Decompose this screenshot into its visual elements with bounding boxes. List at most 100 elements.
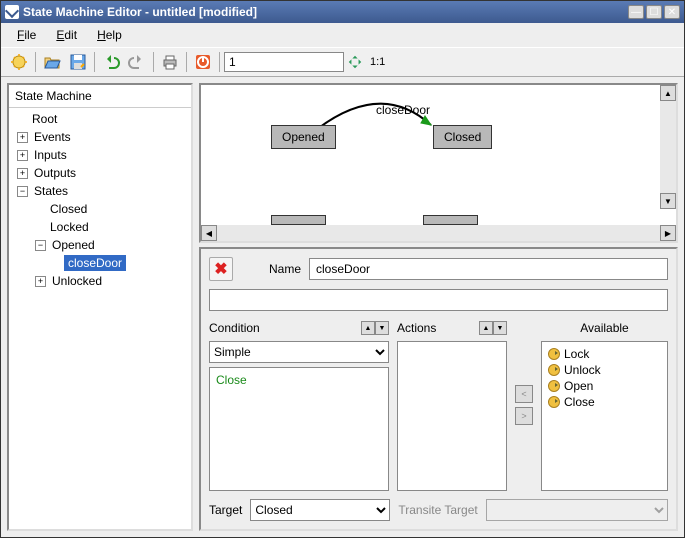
scroll-up-button[interactable]: ▲ (660, 85, 676, 101)
scroll-track[interactable] (217, 225, 660, 241)
columns: Condition ▲ ▼ Simple Close (209, 319, 668, 491)
zoom-fit-button[interactable] (346, 53, 364, 71)
save-button[interactable] (66, 50, 90, 74)
available-listbox[interactable]: LockUnlockOpen Close (541, 341, 668, 491)
expand-icon[interactable]: + (17, 150, 28, 161)
stop-button[interactable] (191, 50, 215, 74)
state-opened-box[interactable]: Opened (271, 125, 336, 149)
delete-button[interactable]: ✖ (209, 257, 233, 281)
tree-node-states[interactable]: −States (9, 182, 191, 200)
expand-icon[interactable]: + (17, 168, 28, 179)
tree-panel: State Machine Root +Events +Inputs +Outp… (7, 83, 193, 531)
actions-spinner: ▲ ▼ (479, 321, 507, 335)
app-icon (5, 5, 19, 19)
scroll-down-button[interactable]: ▼ (660, 193, 676, 209)
name-input[interactable] (309, 258, 668, 280)
close-window-button[interactable]: ✕ (664, 5, 680, 19)
open-button[interactable] (40, 50, 64, 74)
condition-item[interactable]: Close (214, 372, 384, 388)
menu-file[interactable]: File (9, 25, 44, 45)
expand-icon[interactable]: + (17, 132, 28, 143)
new-button[interactable] (7, 50, 31, 74)
available-item[interactable]: Close (546, 394, 663, 410)
collapse-icon[interactable]: − (35, 240, 46, 251)
menubar: File Edit Help (1, 23, 684, 47)
spin-down-button[interactable]: ▼ (375, 321, 389, 335)
condition-type-select[interactable]: Simple (209, 341, 389, 363)
print-button[interactable] (158, 50, 182, 74)
tree-node-events[interactable]: +Events (9, 128, 191, 146)
canvas-wrap: Opened Closed closeDoor ▲ ▼ ◀ ▶ (199, 83, 678, 243)
available-item-label: Lock (564, 347, 589, 361)
toolbar-separator (35, 52, 36, 72)
action-icon (548, 364, 560, 376)
collapse-icon[interactable]: − (17, 186, 28, 197)
redo-button[interactable] (125, 50, 149, 74)
undo-button[interactable] (99, 50, 123, 74)
vertical-scrollbar[interactable]: ▲ ▼ (660, 85, 676, 209)
tree-header: State Machine (9, 85, 191, 108)
move-left-button[interactable]: < (515, 385, 533, 403)
right-panel: Opened Closed closeDoor ▲ ▼ ◀ ▶ (199, 83, 678, 531)
scroll-left-button[interactable]: ◀ (201, 225, 217, 241)
name-row: ✖ Name (209, 257, 668, 281)
condition-spinner: ▲ ▼ (361, 321, 389, 335)
tree-node-state-unlocked[interactable]: +Unlocked (9, 272, 191, 290)
actions-label: Actions (397, 321, 436, 335)
action-icon (548, 348, 560, 360)
zoom-ratio-label: 1:1 (370, 56, 385, 68)
available-column: Available LockUnlockOpen Close (541, 319, 668, 491)
actions-listbox[interactable] (397, 341, 507, 491)
available-label: Available (580, 321, 628, 335)
description-input[interactable] (209, 289, 668, 311)
spin-up-button[interactable]: ▲ (361, 321, 375, 335)
tree-body[interactable]: Root +Events +Inputs +Outputs −States Cl… (9, 108, 191, 529)
condition-column: Condition ▲ ▼ Simple Close (209, 319, 389, 491)
target-row: Target Closed Transite Target (209, 499, 668, 521)
condition-listbox[interactable]: Close (209, 367, 389, 491)
spin-down-button[interactable]: ▼ (493, 321, 507, 335)
tree-node-inputs[interactable]: +Inputs (9, 146, 191, 164)
tree-node-state-locked[interactable]: Locked (9, 218, 191, 236)
action-icon (548, 396, 560, 408)
target-label: Target (209, 503, 242, 517)
menu-edit[interactable]: Edit (48, 25, 85, 45)
actions-column: Actions ▲ ▼ (397, 319, 507, 491)
properties-panel: ✖ Name Condition ▲ ▼ (199, 247, 678, 531)
toolbar: 1:1 (1, 47, 684, 77)
state-partial-box[interactable] (271, 215, 326, 225)
minimize-button[interactable]: — (628, 5, 644, 19)
tree-node-transition-closedoor[interactable]: closeDoor (9, 254, 191, 272)
condition-label: Condition (209, 321, 260, 335)
zoom-input[interactable] (224, 52, 344, 72)
toolbar-separator (94, 52, 95, 72)
available-item-label: Open (564, 379, 593, 393)
available-item[interactable]: Unlock (546, 362, 663, 378)
expand-icon[interactable]: + (35, 276, 46, 287)
window-title: State Machine Editor - untitled [modifie… (23, 5, 628, 19)
spin-up-button[interactable]: ▲ (479, 321, 493, 335)
tree-node-root[interactable]: Root (9, 110, 191, 128)
move-buttons: < > (515, 319, 533, 491)
target-select[interactable]: Closed (250, 499, 390, 521)
available-item-label: Close (564, 395, 595, 409)
horizontal-scrollbar[interactable]: ◀ ▶ (201, 225, 676, 241)
transite-target-label: Transite Target (398, 503, 477, 517)
state-partial-box[interactable] (423, 215, 478, 225)
toolbar-separator (219, 52, 220, 72)
menu-help[interactable]: Help (89, 25, 130, 45)
toolbar-separator (153, 52, 154, 72)
state-closed-box[interactable]: Closed (433, 125, 492, 149)
transition-label[interactable]: closeDoor (376, 103, 430, 117)
maximize-button[interactable]: ☐ (646, 5, 662, 19)
tree-node-outputs[interactable]: +Outputs (9, 164, 191, 182)
scroll-track[interactable] (660, 101, 676, 193)
available-item[interactable]: Open (546, 378, 663, 394)
canvas[interactable]: Opened Closed closeDoor ▲ ▼ (201, 85, 676, 225)
transite-target-select[interactable] (486, 499, 668, 521)
tree-node-state-closed[interactable]: Closed (9, 200, 191, 218)
move-right-button[interactable]: > (515, 407, 533, 425)
tree-node-state-opened[interactable]: −Opened (9, 236, 191, 254)
scroll-right-button[interactable]: ▶ (660, 225, 676, 241)
available-item[interactable]: Lock (546, 346, 663, 362)
